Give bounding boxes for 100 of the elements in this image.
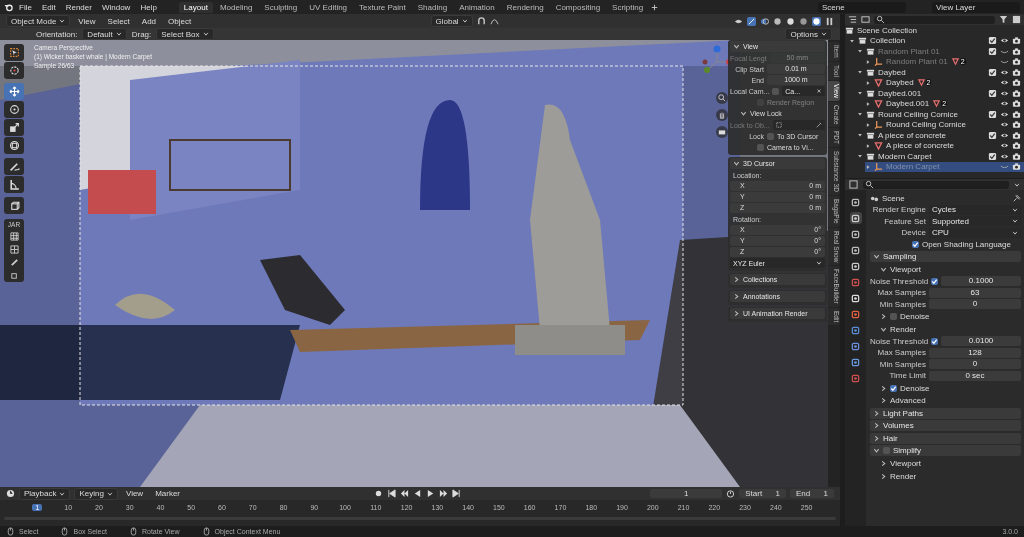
pause-icon[interactable] bbox=[825, 16, 834, 26]
menu-item[interactable]: View bbox=[74, 15, 100, 27]
app-logo-icon[interactable] bbox=[4, 2, 13, 12]
mouse-icon[interactable] bbox=[201, 527, 211, 536]
menu-item[interactable]: File bbox=[15, 1, 36, 13]
tool-button[interactable] bbox=[4, 137, 24, 154]
menu-item[interactable]: View bbox=[121, 488, 148, 499]
snap-icon[interactable] bbox=[476, 16, 486, 26]
chevron-icon[interactable] bbox=[880, 472, 887, 480]
subpanel-header[interactable]: Render bbox=[870, 323, 1021, 335]
checkbox[interactable] bbox=[931, 337, 939, 345]
tool-button[interactable] bbox=[4, 119, 24, 136]
chevron-icon[interactable] bbox=[873, 252, 880, 260]
start-frame-field[interactable]: Start 1 bbox=[739, 489, 786, 498]
checkbox[interactable] bbox=[883, 447, 890, 455]
gizmo-icon[interactable] bbox=[747, 16, 756, 26]
checkbox-label[interactable]: Open Shading Language bbox=[922, 239, 1011, 249]
search-field[interactable] bbox=[863, 180, 1009, 189]
chevron-icon[interactable] bbox=[880, 384, 887, 392]
panel-header[interactable]: Simplify bbox=[870, 445, 1021, 457]
chevron-icon[interactable] bbox=[880, 312, 887, 320]
checkbox-icon[interactable] bbox=[988, 46, 997, 56]
outliner-row[interactable]: A piece of concrete bbox=[865, 140, 1024, 151]
drag-dropdown[interactable]: Select Box bbox=[156, 28, 214, 40]
menu-item[interactable]: Object bbox=[164, 15, 196, 27]
subpanel-header[interactable]: Viewport bbox=[870, 458, 1021, 470]
chevron-icon[interactable] bbox=[733, 293, 740, 300]
checkbox-icon[interactable] bbox=[988, 109, 997, 119]
outliner-row[interactable]: Collection bbox=[849, 35, 1024, 46]
shading-sphere-icon[interactable] bbox=[812, 16, 821, 26]
outliner-row[interactable]: Round Ceiling Cornice bbox=[865, 119, 1024, 130]
editor-type-icon[interactable] bbox=[849, 180, 858, 189]
play-reverse-icon[interactable] bbox=[412, 489, 422, 498]
subpanel-header[interactable]: Advanced bbox=[870, 395, 1021, 407]
collection-box-icon[interactable] bbox=[845, 25, 854, 35]
menu-item[interactable]: Select bbox=[103, 15, 134, 27]
display-icon[interactable] bbox=[861, 15, 870, 24]
menu-item[interactable]: Edit bbox=[37, 1, 60, 13]
checkbox[interactable] bbox=[772, 87, 780, 95]
dropdown[interactable]: Cycles bbox=[929, 204, 1021, 215]
frame-field[interactable]: 1 bbox=[650, 489, 723, 498]
menu-item[interactable]: Window bbox=[97, 1, 135, 13]
clear-x-icon[interactable] bbox=[816, 88, 822, 94]
chevron-icon[interactable] bbox=[873, 434, 880, 442]
orientation-dropdown[interactable]: Default bbox=[82, 28, 127, 40]
search-icon[interactable] bbox=[876, 15, 885, 24]
menu-item[interactable]: Marker bbox=[151, 488, 185, 499]
number-field[interactable]: 128 bbox=[929, 347, 1021, 358]
workspace-tab[interactable]: Compositing bbox=[550, 1, 606, 13]
orientation-dropdown[interactable]: Global bbox=[430, 15, 473, 27]
dropdown[interactable]: CPU bbox=[929, 227, 1021, 238]
mode-dropdown[interactable]: Object Mode bbox=[6, 15, 71, 27]
mouse-icon[interactable] bbox=[6, 527, 15, 536]
checkbox-icon[interactable] bbox=[988, 67, 997, 77]
chevron-icon[interactable] bbox=[880, 397, 887, 405]
chevron-icon[interactable] bbox=[873, 422, 880, 430]
clock-icon[interactable] bbox=[6, 489, 15, 498]
workspace-tab[interactable]: Scripting bbox=[607, 1, 649, 13]
pin-icon[interactable] bbox=[1012, 193, 1021, 203]
search-field[interactable] bbox=[874, 15, 995, 24]
workspace-tab[interactable]: Sculpting bbox=[259, 1, 303, 13]
number-field[interactable]: 63 bbox=[929, 287, 1021, 298]
cube-icon[interactable] bbox=[9, 271, 19, 280]
chevron-icon[interactable] bbox=[733, 276, 740, 283]
panel-header[interactable]: Sampling bbox=[870, 250, 1021, 262]
menu-item[interactable]: Render bbox=[61, 1, 96, 13]
number-field[interactable]: 0 bbox=[929, 359, 1021, 370]
grid-icon[interactable] bbox=[9, 232, 19, 241]
number-field[interactable]: 0.0100 bbox=[941, 336, 1021, 347]
shading-sphere-icon[interactable] bbox=[786, 16, 795, 26]
outliner-row[interactable]: A piece of concrete bbox=[857, 130, 1024, 141]
chevron-icon[interactable] bbox=[873, 409, 880, 417]
checkbox-icon[interactable] bbox=[988, 88, 997, 98]
tool-button[interactable] bbox=[4, 101, 24, 118]
workspace-tab[interactable]: Rendering bbox=[501, 1, 549, 13]
chevron-icon[interactable] bbox=[733, 310, 740, 317]
tool-button[interactable] bbox=[4, 44, 24, 61]
chevron-icon[interactable] bbox=[733, 160, 740, 167]
workspace-tab[interactable]: Texture Paint bbox=[354, 1, 411, 13]
panel-header[interactable]: Light Paths bbox=[870, 407, 1021, 419]
tool-button[interactable] bbox=[4, 158, 24, 175]
subpanel-header[interactable]: Denoise bbox=[870, 382, 1021, 394]
list-icon[interactable] bbox=[848, 15, 857, 24]
play-icon[interactable] bbox=[425, 489, 435, 498]
mouse-icon[interactable] bbox=[128, 527, 138, 536]
proportional-icon[interactable] bbox=[489, 16, 499, 26]
menu-item[interactable]: Add bbox=[137, 15, 161, 27]
outliner-row[interactable]: Scene Collection bbox=[845, 25, 1024, 36]
search-icon[interactable] bbox=[865, 180, 874, 189]
jump-start-icon[interactable] bbox=[386, 489, 396, 498]
checkbox[interactable] bbox=[757, 143, 764, 151]
shading-sphere-icon[interactable] bbox=[773, 16, 782, 26]
chevron-icon[interactable] bbox=[873, 447, 880, 455]
record-icon[interactable] bbox=[373, 489, 383, 498]
panel-header[interactable]: Hair bbox=[870, 432, 1021, 444]
tool-button[interactable] bbox=[4, 176, 24, 193]
checkbox[interactable] bbox=[912, 240, 919, 248]
tool-button[interactable] bbox=[4, 197, 24, 214]
next-key-icon[interactable] bbox=[438, 489, 448, 498]
checkbox[interactable] bbox=[931, 277, 939, 285]
